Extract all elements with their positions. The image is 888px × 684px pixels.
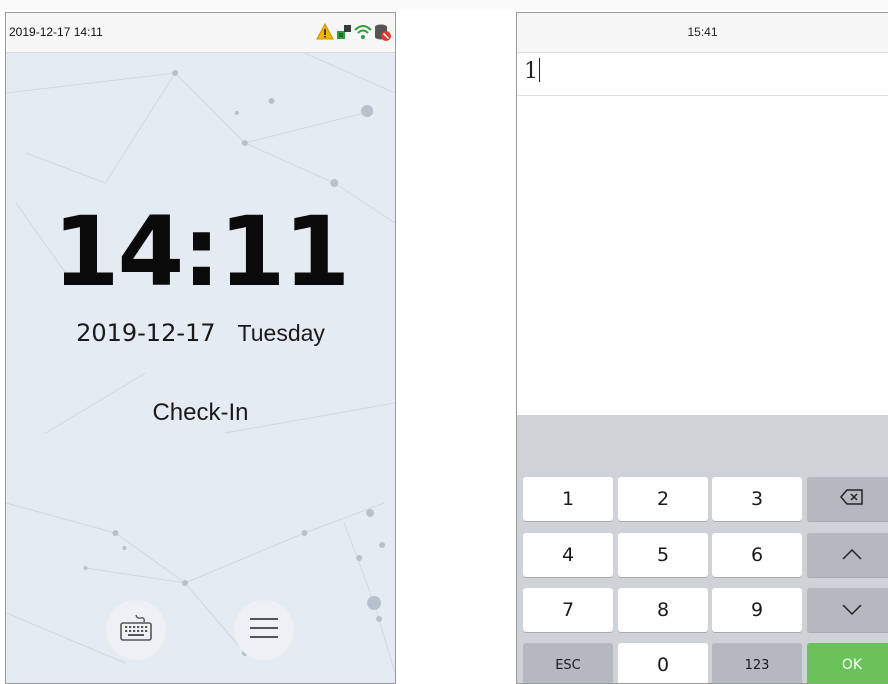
menu-icon bbox=[248, 614, 280, 647]
ok-key[interactable]: OK bbox=[807, 643, 888, 683]
input-value: 1 bbox=[524, 58, 540, 84]
wifi-icon bbox=[354, 22, 372, 42]
keyboard-icon bbox=[119, 613, 153, 648]
date-text: 2019-12-17 bbox=[76, 319, 216, 347]
text-caret bbox=[539, 58, 540, 82]
up-key[interactable] bbox=[807, 533, 888, 577]
key-0[interactable]: 0 bbox=[618, 643, 708, 683]
key-7[interactable]: 7 bbox=[523, 588, 613, 632]
key-6[interactable]: 6 bbox=[712, 533, 802, 577]
status-datetime: 2019-12-17 14:11 bbox=[9, 25, 103, 39]
down-key[interactable] bbox=[807, 588, 888, 632]
numeric-keypad: 1 2 3 4 5 6 7 8 9 ESC 0 123 OK bbox=[517, 415, 888, 683]
keyboard-button[interactable] bbox=[106, 600, 166, 660]
key-8[interactable]: 8 bbox=[618, 588, 708, 632]
attendance-mode: Check-In bbox=[152, 399, 249, 426]
weekday-text: Tuesday bbox=[237, 320, 325, 346]
key-2[interactable]: 2 bbox=[618, 477, 708, 521]
status-time: 15:41 bbox=[687, 25, 718, 39]
numeric-input-screen: 15:41 1 1 2 3 4 5 6 7 8 9 ESC 0 123 OK bbox=[516, 12, 888, 684]
chevron-down-icon bbox=[841, 599, 863, 621]
key-4[interactable]: 4 bbox=[523, 533, 613, 577]
key-3[interactable]: 3 bbox=[712, 477, 802, 521]
menu-button[interactable] bbox=[234, 600, 294, 660]
backspace-key[interactable] bbox=[807, 477, 888, 521]
status-bar: 2019-12-17 14:11 bbox=[6, 13, 395, 53]
input-text: 1 bbox=[524, 59, 538, 84]
esc-key[interactable]: ESC bbox=[523, 643, 613, 683]
database-alert-icon bbox=[373, 22, 391, 42]
key-9[interactable]: 9 bbox=[712, 588, 802, 632]
clock-display: 14:11 bbox=[52, 196, 351, 308]
warning-icon bbox=[316, 22, 334, 42]
input-field[interactable]: 1 bbox=[517, 53, 888, 96]
network-icon bbox=[335, 22, 353, 42]
key-1[interactable]: 1 bbox=[523, 477, 613, 521]
key-5[interactable]: 5 bbox=[618, 533, 708, 577]
mode-123-key[interactable]: 123 bbox=[712, 643, 802, 683]
chevron-up-icon bbox=[841, 544, 863, 566]
attendance-home-screen: 2019-12-17 14:11 14:11 2019-12-17 Tuesda… bbox=[5, 12, 396, 684]
date-row: 2019-12-17 Tuesday bbox=[6, 319, 395, 347]
status-icons bbox=[316, 22, 391, 42]
top-strip bbox=[0, 0, 888, 10]
status-bar: 15:41 bbox=[517, 13, 888, 53]
backspace-icon bbox=[840, 488, 864, 511]
network-background bbox=[6, 53, 395, 674]
